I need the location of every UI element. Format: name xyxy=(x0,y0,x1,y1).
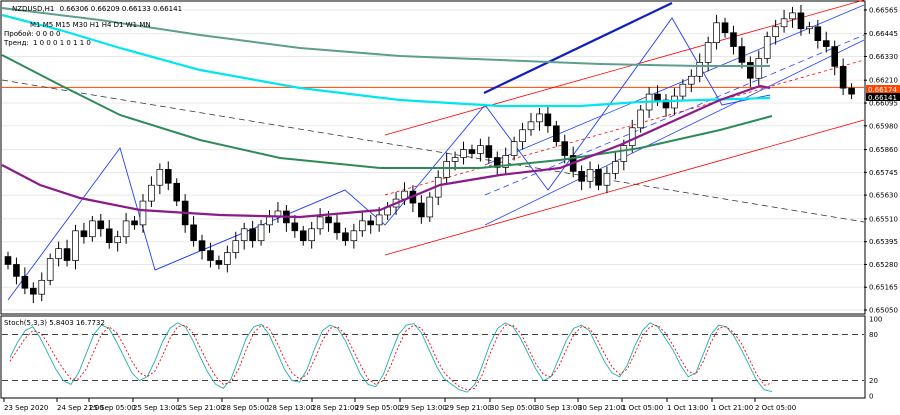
time-tick-label: 1 Oct 21:00 xyxy=(712,404,753,412)
price-tick-label: 0.65395 xyxy=(869,238,898,246)
trend-values: 1 0 0 0 1 0 1 1 0 xyxy=(33,39,91,47)
price-tick-label: 0.66330 xyxy=(869,53,898,61)
price-axis: 0.665650.664450.663300.662100.660950.659… xyxy=(864,6,898,315)
time-tick-label: 1 Oct 05:00 xyxy=(622,404,663,412)
chart-root: 0.665650.664450.663300.662100.660950.659… xyxy=(0,0,900,412)
price-tick-label: 0.66210 xyxy=(869,77,898,85)
timeframes-row: M1 M5 M15 M30 H1 H4 D1 W1 MN xyxy=(30,21,151,29)
time-tick-label: 30 Sep 21:00 xyxy=(578,404,625,412)
price-tick-label: 0.65050 xyxy=(869,307,898,315)
time-tick-label: 28 Sep 13:00 xyxy=(268,404,315,412)
time-tick-label: 29 Sep 05:00 xyxy=(355,404,402,412)
time-tick-label: 25 Sep 05:00 xyxy=(89,404,136,412)
price-tick-label: 0.65510 xyxy=(869,215,898,223)
time-tick-label: 25 Sep 13:00 xyxy=(133,404,180,412)
candle xyxy=(46,253,54,286)
stochastic-title: Stoch(5,3,3) 5.8403 16.7732 xyxy=(4,319,105,327)
price-marker-1-label: 0.66174 xyxy=(868,86,897,94)
time-tick-label: 29 Sep 13:00 xyxy=(400,404,447,412)
time-tick-label: 2 Oct 05:00 xyxy=(755,404,796,412)
price-tick-label: 0.65280 xyxy=(869,261,898,269)
oscillator-tick-label: 100 xyxy=(869,316,882,324)
ohlc-values: 0.66306 0.66209 0.66133 0.66141 xyxy=(60,5,182,13)
time-tick-label: 30 Sep 13:00 xyxy=(535,404,582,412)
oscillator-tick-label: 80 xyxy=(869,331,878,339)
oscillator-panel-frame xyxy=(0,315,866,399)
time-tick-label: 29 Sep 21:00 xyxy=(445,404,492,412)
instrument-header: NZDUSD,H1 0.66306 0.66209 0.66133 0.6614… xyxy=(12,5,182,13)
breakout-label: Пробой: xyxy=(4,30,34,38)
price-tick-label: 0.66565 xyxy=(869,6,898,14)
price-tick-label: 0.66445 xyxy=(869,30,898,38)
price-marker-2: 0.66141 xyxy=(866,93,900,102)
candle xyxy=(763,31,771,64)
price-panel-frame xyxy=(0,0,866,315)
oscillator-tick-label: 20 xyxy=(869,377,878,385)
price-tick-label: 0.65980 xyxy=(869,122,898,130)
price-tick-label: 0.65860 xyxy=(869,146,898,154)
time-tick-label: 28 Sep 05:00 xyxy=(222,404,269,412)
time-tick-label: 25 Sep 21:00 xyxy=(178,404,225,412)
oscillator-tick-label: 0 xyxy=(869,393,873,401)
price-marker-1: 0.66174 xyxy=(866,85,900,94)
price-tick-label: 0.65165 xyxy=(869,284,898,292)
price-tick-label: 0.65630 xyxy=(869,192,898,200)
time-tick-label: 30 Sep 05:00 xyxy=(490,404,537,412)
trend-label: Тренд: xyxy=(3,39,29,47)
price-tick-label: 0.65745 xyxy=(869,169,898,177)
time-axis: 23 Sep 2020 24 Sep 21:0025 Sep 05:0025 Se… xyxy=(3,398,796,412)
instrument-label: NZDUSD,H1 xyxy=(12,5,54,13)
time-tick-label: 28 Sep 21:00 xyxy=(312,404,359,412)
time-tick-label: 23 Sep 2020 xyxy=(4,404,48,412)
breakout-values: 0 0 0 0 xyxy=(36,30,61,38)
time-tick-label: 1 Oct 13:00 xyxy=(667,404,708,412)
price-marker-2-label: 0.66141 xyxy=(868,94,897,102)
